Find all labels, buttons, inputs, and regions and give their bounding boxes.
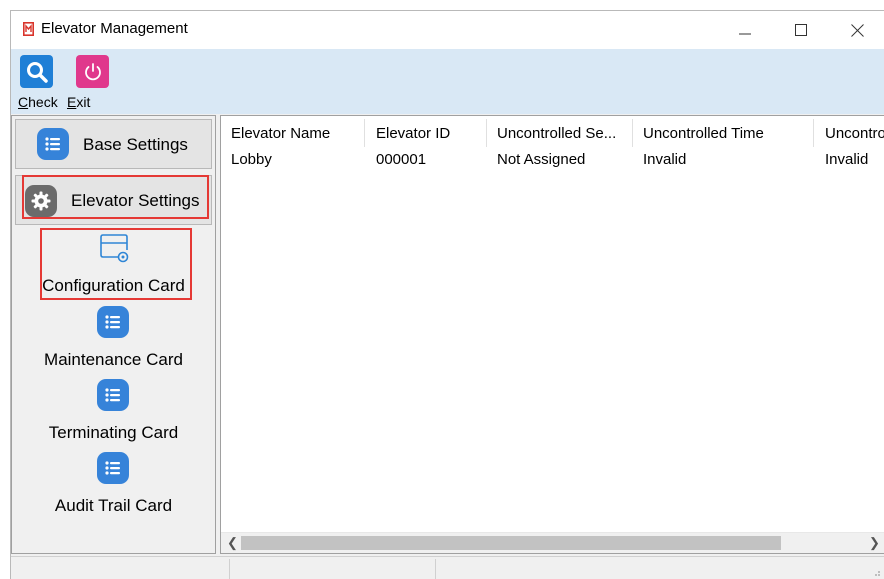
column-header-uncontrolled-time[interactable]: Uncontrolled Time [643, 125, 764, 142]
cell-elevator-name: Lobby [231, 151, 272, 168]
column-header-uncontrolled-extra[interactable]: Uncontro [825, 125, 884, 142]
column-divider[interactable] [486, 119, 487, 147]
list-icon [97, 306, 129, 338]
maximize-button[interactable] [773, 11, 829, 49]
sidebar-item-label: Audit Trail Card [54, 496, 173, 515]
elevator-table[interactable]: Elevator Name Elevator ID Uncontrolled S… [220, 115, 884, 554]
sidebar-item-audit-trail-card[interactable]: Audit Trail Card [12, 452, 215, 520]
sidebar-item-terminating-card[interactable]: Terminating Card [12, 379, 215, 447]
status-divider [229, 559, 230, 579]
sidebar-group-label: Base Settings [83, 135, 188, 154]
cell-uncontrolled-section: Not Assigned [497, 151, 586, 168]
sidebar-item-maintenance-card[interactable]: Maintenance Card [12, 306, 215, 374]
toolbar: Check Exit [11, 49, 884, 114]
exit-label[interactable]: Exit [67, 94, 90, 110]
status-divider [435, 559, 436, 579]
scroll-left-icon[interactable]: ❮ [227, 535, 238, 551]
window-title: Elevator Management [41, 20, 188, 37]
app-window: Elevator Management Check Exit Base Sett… [10, 10, 884, 579]
title-bar: Elevator Management [11, 11, 884, 49]
cell-uncontrolled-time: Invalid [643, 151, 687, 168]
scrollbar-thumb[interactable] [241, 536, 781, 550]
close-icon [850, 23, 864, 37]
status-bar [11, 556, 884, 579]
check-label[interactable]: Check [18, 94, 58, 110]
sidebar-item-label: Maintenance Card [44, 350, 183, 369]
cell-uncontrolled-extra: Invalid [825, 151, 869, 168]
column-divider[interactable] [813, 119, 814, 147]
search-icon [26, 61, 48, 83]
app-logo-icon [23, 22, 34, 36]
exit-button[interactable] [76, 55, 109, 88]
close-button[interactable] [829, 11, 884, 49]
highlight-box [22, 175, 209, 219]
list-icon [97, 379, 129, 411]
scroll-right-icon[interactable]: ❯ [869, 535, 880, 551]
column-divider[interactable] [364, 119, 365, 147]
horizontal-scrollbar[interactable]: ❮ ❯ [221, 532, 884, 553]
list-icon [37, 128, 69, 160]
column-header-elevator-id[interactable]: Elevator ID [376, 125, 450, 142]
highlight-box [40, 228, 192, 300]
maximize-icon [795, 24, 807, 36]
column-header-elevator-name[interactable]: Elevator Name [231, 125, 330, 142]
minimize-icon [739, 33, 751, 35]
column-header-uncontrolled-section[interactable]: Uncontrolled Se... [497, 125, 616, 142]
sidebar-item-label: Terminating Card [48, 423, 179, 442]
sidebar: Base Settings Elevator Settings Configur… [11, 115, 216, 554]
list-icon [97, 452, 129, 484]
sidebar-group-base-settings[interactable]: Base Settings [15, 119, 212, 169]
resize-grip-icon[interactable] [873, 569, 881, 577]
minimize-button[interactable] [717, 11, 773, 49]
check-button[interactable] [20, 55, 53, 88]
cell-elevator-id: 000001 [376, 151, 427, 168]
column-divider[interactable] [632, 119, 633, 147]
power-icon [84, 62, 101, 80]
